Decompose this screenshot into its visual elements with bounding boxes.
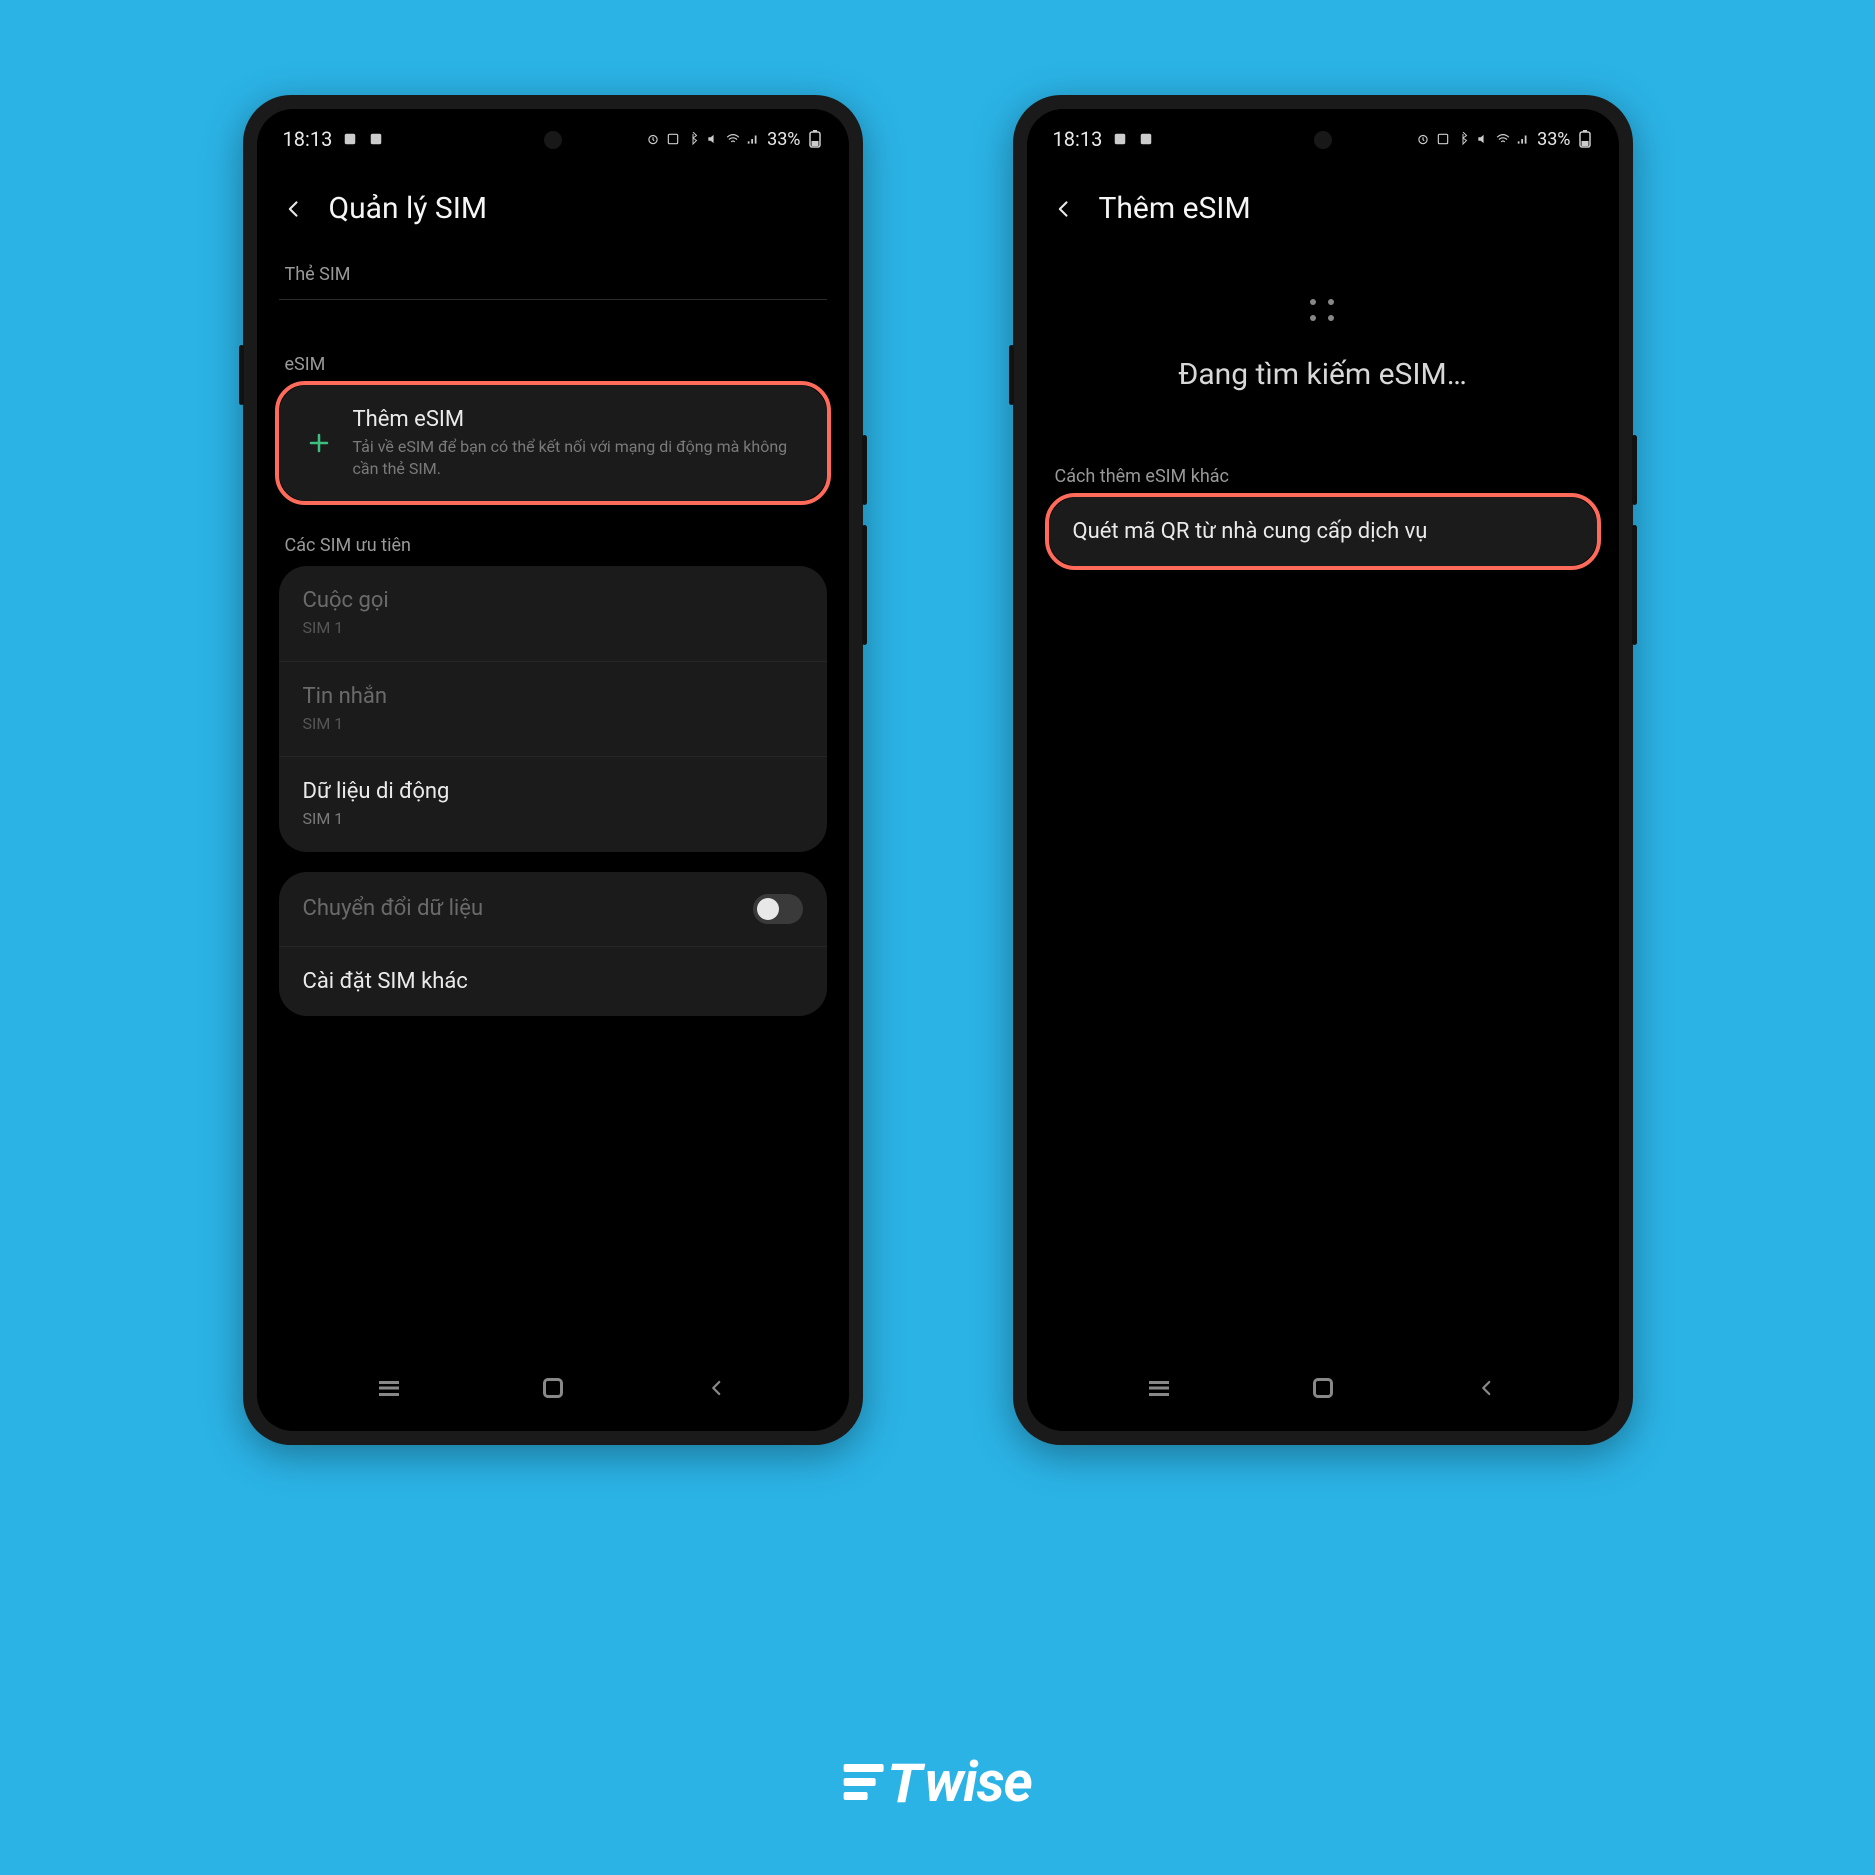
searching-text: Đang tìm kiếm eSIM… <box>1049 357 1597 392</box>
android-nav-bar <box>1027 1363 1619 1413</box>
status-time: 18:13 <box>1053 127 1103 151</box>
screen-header: Quản lý SIM <box>257 157 849 250</box>
back-button[interactable] <box>279 194 309 224</box>
volume-mute-icon <box>705 131 721 147</box>
page-title: Quản lý SIM <box>329 191 488 226</box>
preferred-sim-card: Cuộc gọi SIM 1 Tin nhắn SIM 1 Dữ liệu di… <box>279 566 827 852</box>
section-esim: eSIM <box>279 340 827 385</box>
notification-icon <box>1112 131 1128 147</box>
wifi-icon <box>725 131 741 147</box>
pref-calls-row[interactable]: Cuộc gọi SIM 1 <box>279 566 827 661</box>
notification-icon <box>368 131 384 147</box>
notification-icon <box>342 131 358 147</box>
data-switch-toggle[interactable] <box>753 894 803 924</box>
notification-icon <box>1138 131 1154 147</box>
brand-logo: Twise <box>843 1749 1032 1815</box>
searching-area: Đang tìm kiếm eSIM… <box>1049 250 1597 422</box>
more-settings-card: Chuyển đổi dữ liệu Cài đặt SIM khác <box>279 872 827 1016</box>
alarm-icon <box>1415 131 1431 147</box>
battery-text: 33% <box>767 129 800 150</box>
brand-mark-icon <box>843 1760 883 1804</box>
other-sim-settings-row[interactable]: Cài đặt SIM khác <box>279 946 827 1016</box>
back-button[interactable] <box>1049 194 1079 224</box>
pref-calls-title: Cuộc gọi <box>303 588 803 613</box>
loading-spinner-icon <box>1310 299 1336 321</box>
volume-mute-icon <box>1475 131 1491 147</box>
camera-hole <box>1314 131 1332 149</box>
nav-recents-button[interactable] <box>379 1381 399 1396</box>
pref-messages-sub: SIM 1 <box>303 713 803 735</box>
signal-icon <box>745 131 761 147</box>
nav-back-button[interactable] <box>708 1377 726 1399</box>
brand-text: wise <box>924 1749 1032 1815</box>
section-sim-cards: Thẻ SIM <box>279 250 827 295</box>
divider <box>279 299 827 300</box>
plus-icon <box>303 431 335 455</box>
battery-text: 33% <box>1537 129 1570 150</box>
nav-home-button[interactable] <box>1313 1378 1333 1398</box>
status-time: 18:13 <box>283 127 333 151</box>
data-switch-row[interactable]: Chuyển đổi dữ liệu <box>279 872 827 946</box>
phone-mockup-left: 18:13 <box>243 95 863 1445</box>
pref-data-title: Dữ liệu di động <box>303 779 803 804</box>
add-esim-subtitle: Tải về eSIM để bạn có thể kết nối với mạ… <box>353 436 803 479</box>
pref-messages-title: Tin nhắn <box>303 684 803 709</box>
page-title: Thêm eSIM <box>1099 191 1251 226</box>
section-preferred: Các SIM ưu tiên <box>279 521 827 566</box>
nfc-icon <box>1435 131 1451 147</box>
add-esim-card[interactable]: Thêm eSIM Tải về eSIM để bạn có thể kết … <box>279 385 827 501</box>
pref-data-row[interactable]: Dữ liệu di động SIM 1 <box>279 756 827 852</box>
battery-icon <box>807 131 823 147</box>
battery-icon <box>1577 131 1593 147</box>
wifi-icon <box>1495 131 1511 147</box>
scan-qr-title: Quét mã QR từ nhà cung cấp dịch vụ <box>1073 519 1573 544</box>
bluetooth-icon <box>685 131 701 147</box>
scan-qr-card[interactable]: Quét mã QR từ nhà cung cấp dịch vụ <box>1049 497 1597 566</box>
nav-recents-button[interactable] <box>1149 1381 1169 1396</box>
nav-back-button[interactable] <box>1478 1377 1496 1399</box>
signal-icon <box>1515 131 1531 147</box>
section-other-methods: Cách thêm eSIM khác <box>1049 452 1597 497</box>
alarm-icon <box>645 131 661 147</box>
data-switch-title: Chuyển đổi dữ liệu <box>303 896 735 921</box>
nav-home-button[interactable] <box>543 1378 563 1398</box>
other-sim-title: Cài đặt SIM khác <box>303 969 803 994</box>
phone-mockup-right: 18:13 <box>1013 95 1633 1445</box>
bluetooth-icon <box>1455 131 1471 147</box>
camera-hole <box>544 131 562 149</box>
pref-messages-row[interactable]: Tin nhắn SIM 1 <box>279 661 827 757</box>
android-nav-bar <box>257 1363 849 1413</box>
pref-data-sub: SIM 1 <box>303 808 803 830</box>
add-esim-title: Thêm eSIM <box>353 407 803 432</box>
pref-calls-sub: SIM 1 <box>303 617 803 639</box>
screen-header: Thêm eSIM <box>1027 157 1619 250</box>
nfc-icon <box>665 131 681 147</box>
